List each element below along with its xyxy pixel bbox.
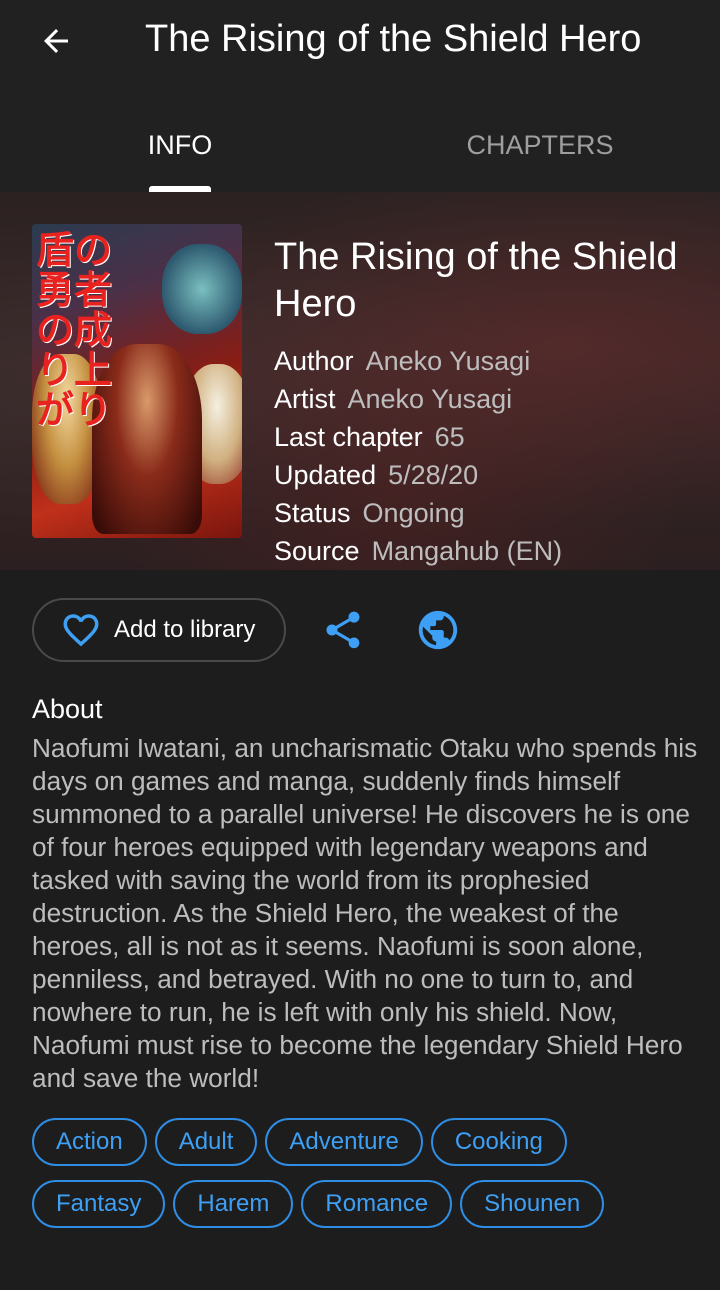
meta-key: Artist xyxy=(274,384,336,414)
meta-author: Author Aneko Yusagi xyxy=(274,342,530,380)
back-button[interactable] xyxy=(30,16,82,66)
action-row: Add to library xyxy=(32,598,286,662)
meta-value: Aneko Yusagi xyxy=(347,384,513,414)
cover-title-lettering: 盾の勇者の成り上がり xyxy=(36,227,113,432)
top-app-bar: The Rising of the Shield Hero INFO CHAPT… xyxy=(0,0,720,192)
tab-info-label: INFO xyxy=(147,130,213,160)
meta-artist: Artist Aneko Yusagi xyxy=(274,380,512,418)
meta-key: Last chapter xyxy=(274,422,423,452)
genre-chip[interactable]: Romance xyxy=(301,1180,453,1228)
tab-chapters[interactable]: CHAPTERS xyxy=(360,108,720,192)
share-button[interactable] xyxy=(319,606,367,654)
tab-chapters-label: CHAPTERS xyxy=(466,130,614,160)
meta-updated: Updated 5/28/20 xyxy=(274,456,478,494)
about-heading: About xyxy=(32,694,103,724)
heart-outline-icon xyxy=(63,614,99,647)
tab-info[interactable]: INFO xyxy=(0,108,360,192)
meta-last-chapter: Last chapter 65 xyxy=(274,418,465,456)
add-to-library-label: Add to library xyxy=(114,616,256,643)
genre-chip-group: Action Adult Adventure Cooking Fantasy H… xyxy=(32,1118,702,1228)
meta-value: Aneko Yusagi xyxy=(365,346,531,376)
meta-value: 65 xyxy=(434,422,465,452)
manga-title: The Rising of the Shield Hero xyxy=(274,236,678,325)
meta-value: Mangahub (EN) xyxy=(371,536,563,566)
share-icon xyxy=(326,611,360,649)
meta-key: Source xyxy=(274,536,360,566)
arrow-back-icon xyxy=(44,29,68,53)
meta-key: Updated xyxy=(274,460,377,490)
genre-chip[interactable]: Harem xyxy=(173,1180,294,1228)
genre-chip[interactable]: Cooking xyxy=(430,1118,567,1166)
meta-value: 5/28/20 xyxy=(388,460,479,490)
genre-chip[interactable]: Shounen xyxy=(460,1180,605,1228)
manga-header: 盾の勇者の成り上がり The Rising of the Shield Hero… xyxy=(0,192,720,570)
genre-chip[interactable]: Fantasy xyxy=(32,1180,166,1228)
meta-key: Author xyxy=(274,346,354,376)
cover-art-shape xyxy=(162,244,242,334)
toolbar-title: The Rising of the Shield Hero xyxy=(145,18,642,60)
genre-chip[interactable]: Adventure xyxy=(265,1118,423,1166)
meta-status: Status Ongoing xyxy=(274,494,465,532)
meta-key: Status xyxy=(274,498,351,528)
genre-chip[interactable]: Action xyxy=(32,1118,147,1166)
about-description[interactable]: Naofumi Iwatani, an uncharismatic Otaku … xyxy=(32,732,702,1095)
genre-chip[interactable]: Adult xyxy=(154,1118,258,1166)
meta-value: Ongoing xyxy=(362,498,465,528)
globe-icon xyxy=(418,610,458,650)
meta-source: Source Mangahub (EN) xyxy=(274,532,562,570)
open-in-webview-button[interactable] xyxy=(414,606,462,654)
add-to-library-button[interactable]: Add to library xyxy=(32,598,286,662)
cover-image[interactable]: 盾の勇者の成り上がり xyxy=(32,224,242,538)
